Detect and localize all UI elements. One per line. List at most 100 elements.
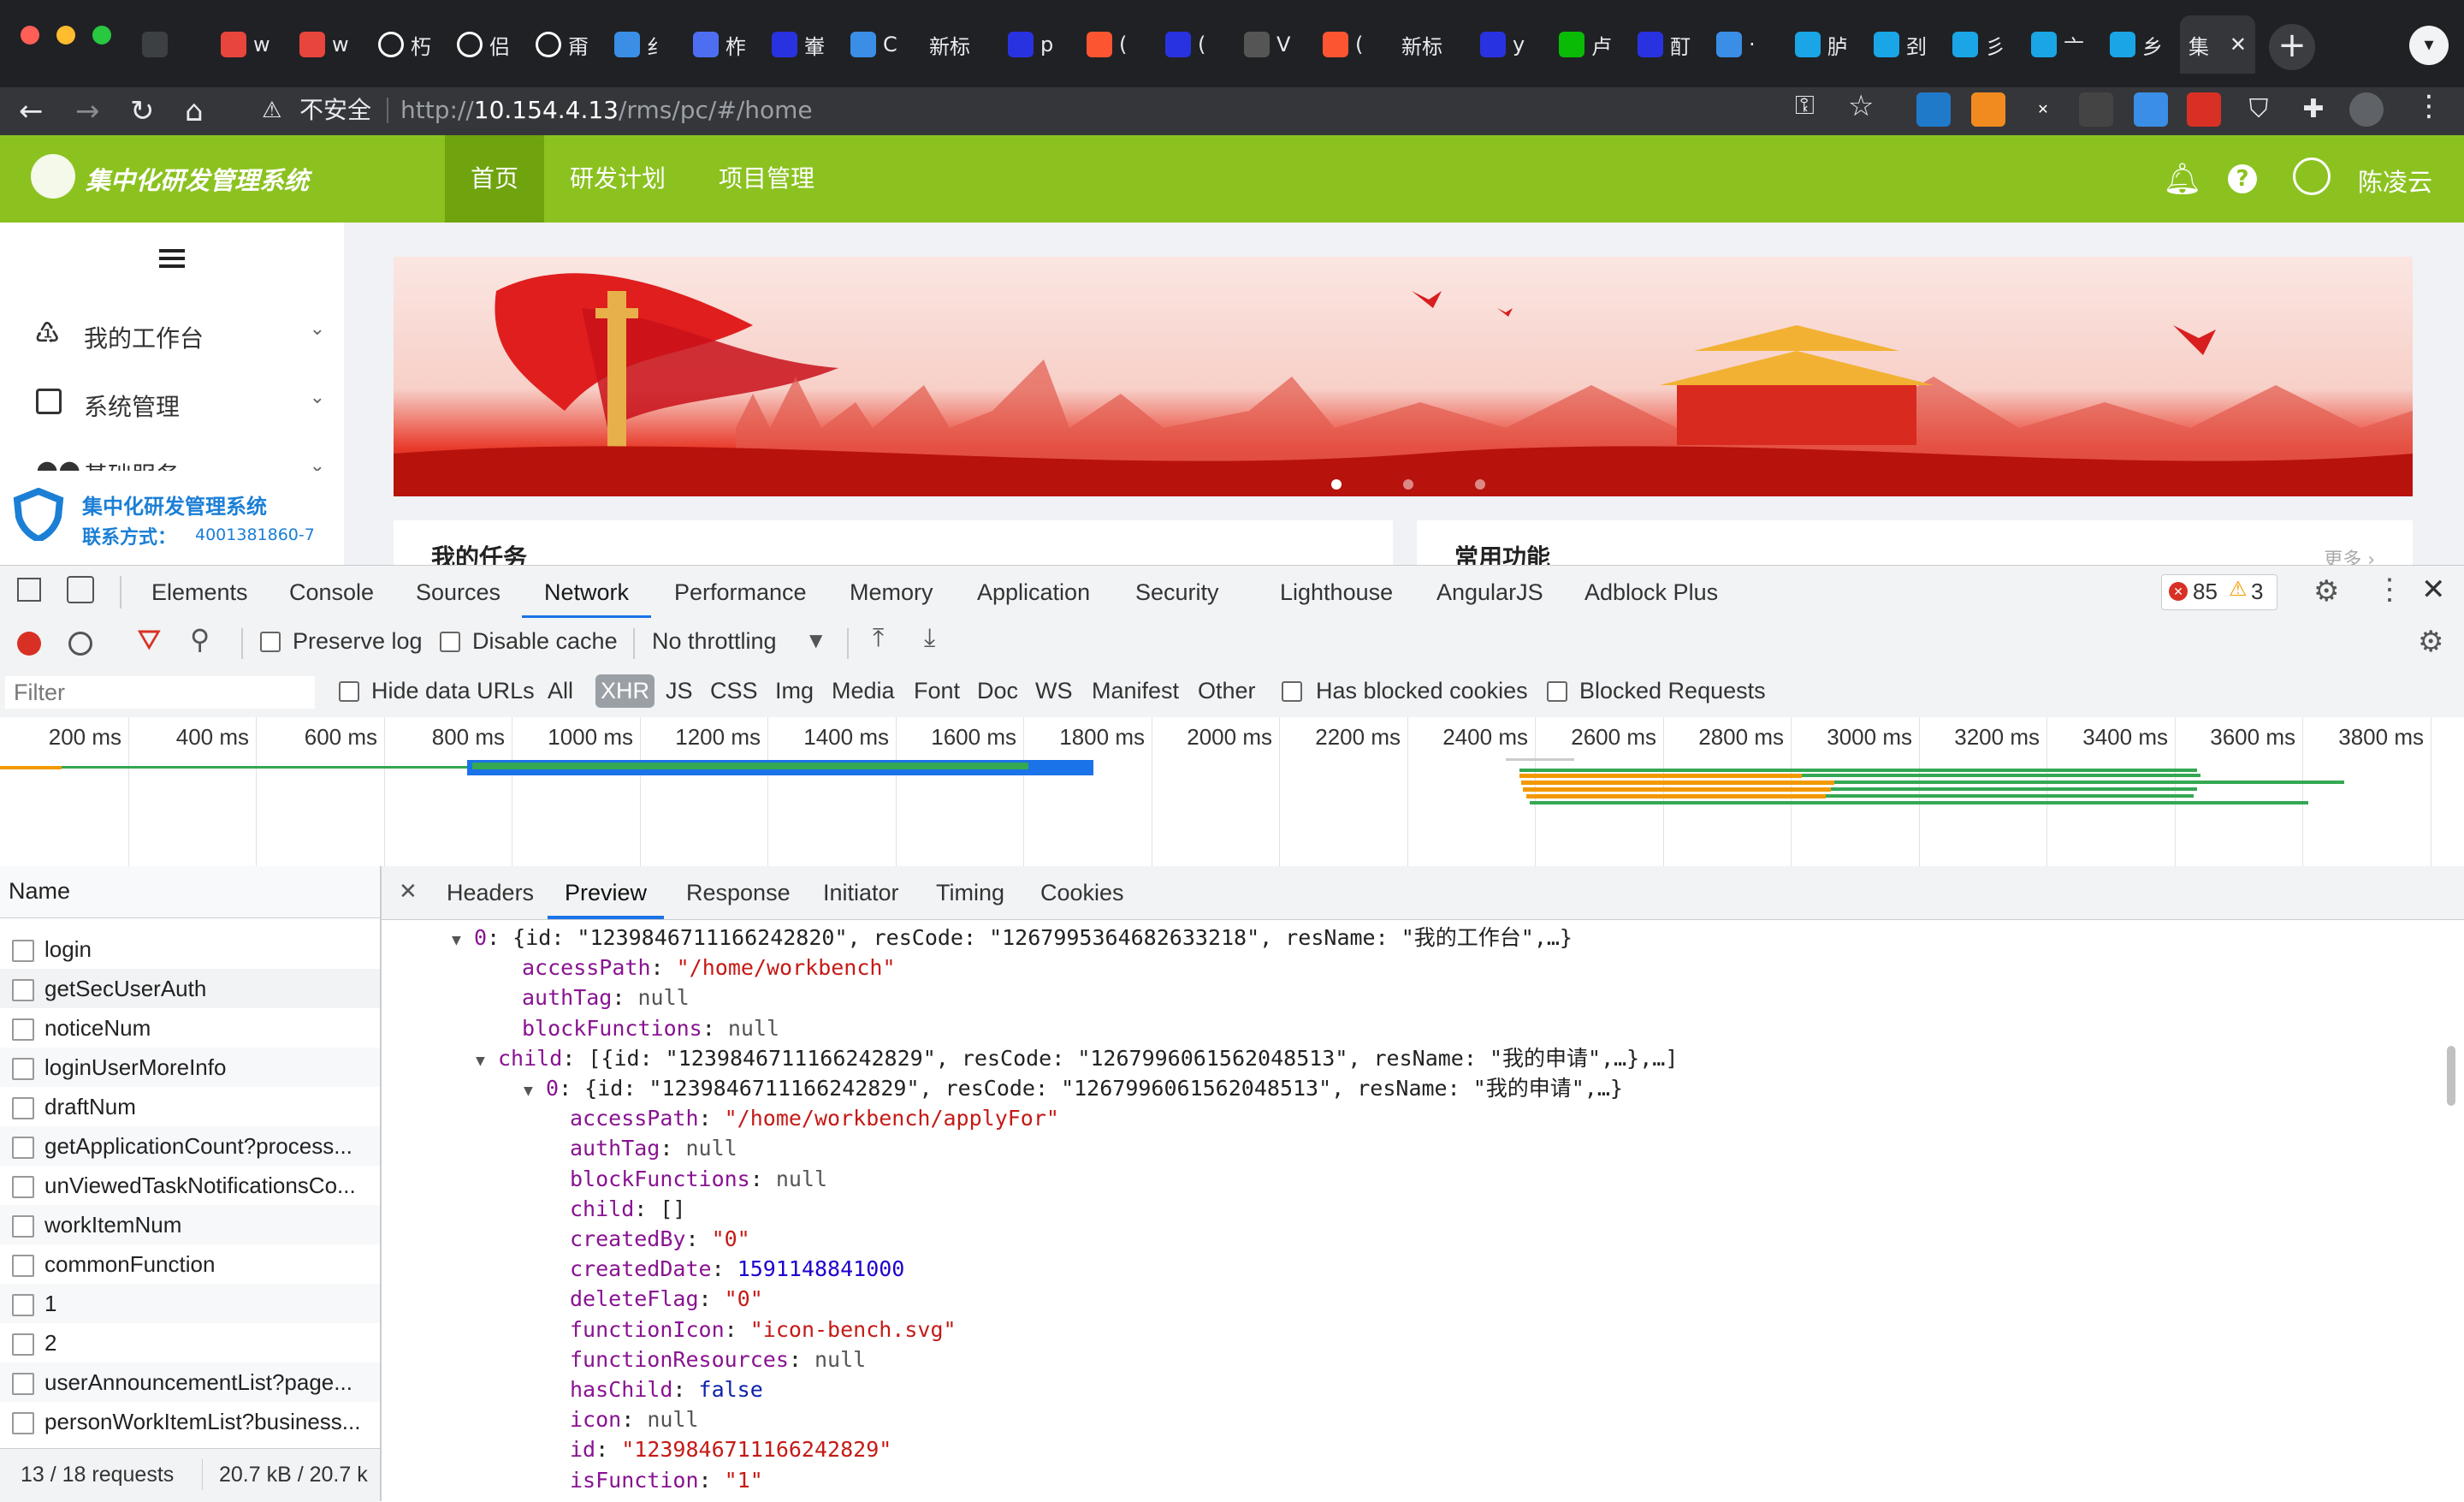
back-arrow-icon[interactable]: ←	[19, 87, 44, 135]
carousel-dot[interactable]	[1475, 479, 1485, 490]
calendar-extension-icon[interactable]	[2187, 92, 2221, 127]
browser-tab[interactable]: w	[212, 15, 287, 74]
close-devtools-icon[interactable]: ✕	[2421, 573, 2446, 607]
expand-toggle-icon[interactable]: ▼	[524, 1076, 546, 1106]
browser-tab[interactable]: 朽	[370, 15, 445, 74]
blocked-requests-checkbox[interactable]	[1547, 681, 1567, 702]
request-row[interactable]: 1	[0, 1284, 380, 1323]
security-label[interactable]: 不安全	[299, 89, 371, 132]
clear-icon[interactable]	[68, 632, 92, 656]
browser-tab[interactable]: ·	[1708, 15, 1783, 74]
browser-menu-icon[interactable]: ⋮	[2414, 89, 2443, 123]
warning-triangle-icon[interactable]: ⚠	[262, 89, 281, 132]
forward-arrow-icon[interactable]: →	[75, 87, 100, 135]
blocked-requests-label[interactable]: Blocked Requests	[1579, 678, 1766, 704]
tab-headers[interactable]: Headers	[447, 866, 534, 919]
download-extension-icon[interactable]	[2134, 92, 2168, 127]
sidebar-item-system[interactable]: 系统管理 ⌄	[34, 377, 325, 428]
filter-type-js[interactable]: JS	[666, 678, 693, 704]
filter-input[interactable]: Filter	[5, 676, 315, 709]
network-settings-icon[interactable]: ⚙	[2418, 625, 2443, 659]
import-har-icon[interactable]: ⤒	[873, 623, 884, 653]
filter-type-font[interactable]: Font	[914, 678, 960, 704]
export-har-icon[interactable]: ⤓	[924, 623, 935, 653]
close-tab-icon[interactable]: ✕	[2230, 33, 2247, 56]
tab-performance[interactable]: Performance	[674, 566, 807, 619]
preserve-log-checkbox[interactable]	[260, 632, 281, 652]
tab-response[interactable]: Response	[686, 866, 791, 919]
tab-elements[interactable]: Elements	[151, 566, 248, 619]
bookmark-star-icon[interactable]: ☆	[1848, 89, 1874, 123]
filter-icon[interactable]: ⛛	[137, 623, 162, 657]
nav-project-mgmt[interactable]: 项目管理	[693, 135, 840, 223]
puzzle-extensions-icon[interactable]: ✚	[2296, 92, 2331, 127]
filter-type-img[interactable]: Img	[775, 678, 814, 704]
request-row[interactable]: commonFunction	[0, 1244, 380, 1284]
user-name[interactable]: 陈凌云	[2358, 163, 2432, 199]
request-row[interactable]: 2	[0, 1323, 380, 1362]
request-row[interactable]: unViewedTaskNotificationsCo...	[0, 1166, 380, 1205]
preserve-log-label[interactable]: Preserve log	[293, 628, 423, 655]
issues-counter[interactable]: ✕ 85 ⚠ 3	[2161, 574, 2277, 610]
request-row[interactable]: getApplicationCount?process...	[0, 1126, 380, 1166]
browser-tab[interactable]: w	[291, 15, 366, 74]
browser-tab[interactable]: 彡	[1944, 15, 2019, 74]
settings-gear-icon[interactable]: ⚙	[2313, 574, 2339, 609]
more-link[interactable]: 更多 ›	[2324, 544, 2375, 565]
browser-tab[interactable]: 集 ✕	[2180, 15, 2255, 74]
record-button[interactable]	[17, 632, 41, 656]
browser-tab[interactable]: 卢	[1550, 15, 1626, 74]
filter-type-other[interactable]: Other	[1198, 678, 1256, 704]
tab-adblock-plus[interactable]: Adblock Plus	[1584, 566, 1718, 619]
browser-tab[interactable]: 侣	[448, 15, 524, 74]
request-row[interactable]: userAnnouncementList?page...	[0, 1362, 380, 1402]
browser-tab[interactable]: C	[842, 15, 917, 74]
home-icon[interactable]: ⌂	[185, 87, 204, 135]
request-row[interactable]: workItemNum	[0, 1205, 380, 1244]
tab-application[interactable]: Application	[977, 566, 1090, 619]
request-row[interactable]: getSecUserAuth	[0, 969, 380, 1008]
browser-tab[interactable]: 乡	[2101, 15, 2177, 74]
inspect-element-icon[interactable]	[17, 578, 41, 602]
url-text[interactable]: http://10.154.4.13/rms/pc/#/home	[400, 89, 813, 132]
disable-cache-checkbox[interactable]	[440, 632, 460, 652]
tab-angularjs[interactable]: AngularJS	[1436, 566, 1543, 619]
tab-network[interactable]: Network	[522, 566, 652, 619]
tab-lighthouse[interactable]: Lighthouse	[1280, 566, 1393, 619]
browser-tab[interactable]: 刭	[1865, 15, 1940, 74]
browser-tab[interactable]: (	[1078, 15, 1153, 74]
network-overview[interactable]: 200 ms 400 ms 600 ms 800 ms 1000 ms 1200 ms 14…	[0, 717, 2464, 867]
s-extension-icon[interactable]	[1916, 92, 1951, 127]
browser-tab[interactable]: V	[1235, 15, 1311, 74]
browser-tab[interactable]: 新标	[921, 15, 996, 74]
profile-avatar-icon[interactable]	[2349, 92, 2384, 127]
request-row[interactable]: noticeNum	[0, 1008, 380, 1048]
browser-tab[interactable]: 纟	[606, 15, 681, 74]
device-toolbar-icon[interactable]	[67, 576, 94, 603]
dropdown-arrow-icon[interactable]: ▼	[809, 630, 822, 650]
browser-tab[interactable]: (	[1314, 15, 1389, 74]
user-avatar-icon[interactable]	[2293, 157, 2331, 195]
more-options-icon[interactable]: ⋮	[2375, 573, 2404, 607]
sidebar-item-workbench[interactable]: ♳ 我的工作台 ⌄	[34, 308, 325, 359]
filter-type-manifest[interactable]: Manifest	[1092, 678, 1179, 704]
tab-search-icon[interactable]: ▾	[2409, 26, 2449, 65]
tab-preview[interactable]: Preview	[548, 866, 665, 919]
filter-type-css[interactable]: CSS	[710, 678, 758, 704]
throttling-select[interactable]: No throttling	[652, 628, 777, 655]
nav-home[interactable]: 首页	[445, 135, 545, 223]
blocked-cookies-label[interactable]: Has blocked cookies	[1316, 678, 1528, 704]
request-row[interactable]: personWorkItemList?business...	[0, 1402, 380, 1441]
browser-tab[interactable]: 甭	[527, 15, 602, 74]
browser-tab[interactable]	[133, 15, 209, 74]
dark-extension-icon[interactable]	[2079, 92, 2113, 127]
json-preview[interactable]: ▼ 0: {id: "1239846711166242820", resCode:…	[382, 919, 2452, 1501]
request-row[interactable]: draftNum	[0, 1087, 380, 1126]
tab-console[interactable]: Console	[289, 566, 374, 619]
json-line[interactable]: ▼ child: [{id: "1239846711166242829", res…	[476, 1043, 1678, 1073]
browser-tab[interactable]: 胪	[1786, 15, 1862, 74]
key-icon[interactable]: ⚿	[1795, 91, 1815, 121]
tab-sources[interactable]: Sources	[416, 566, 500, 619]
json-line[interactable]: ▼ 0: {id: "1239846711166242829", resCode:…	[524, 1073, 1623, 1103]
tab-initiator[interactable]: Initiator	[823, 866, 899, 919]
